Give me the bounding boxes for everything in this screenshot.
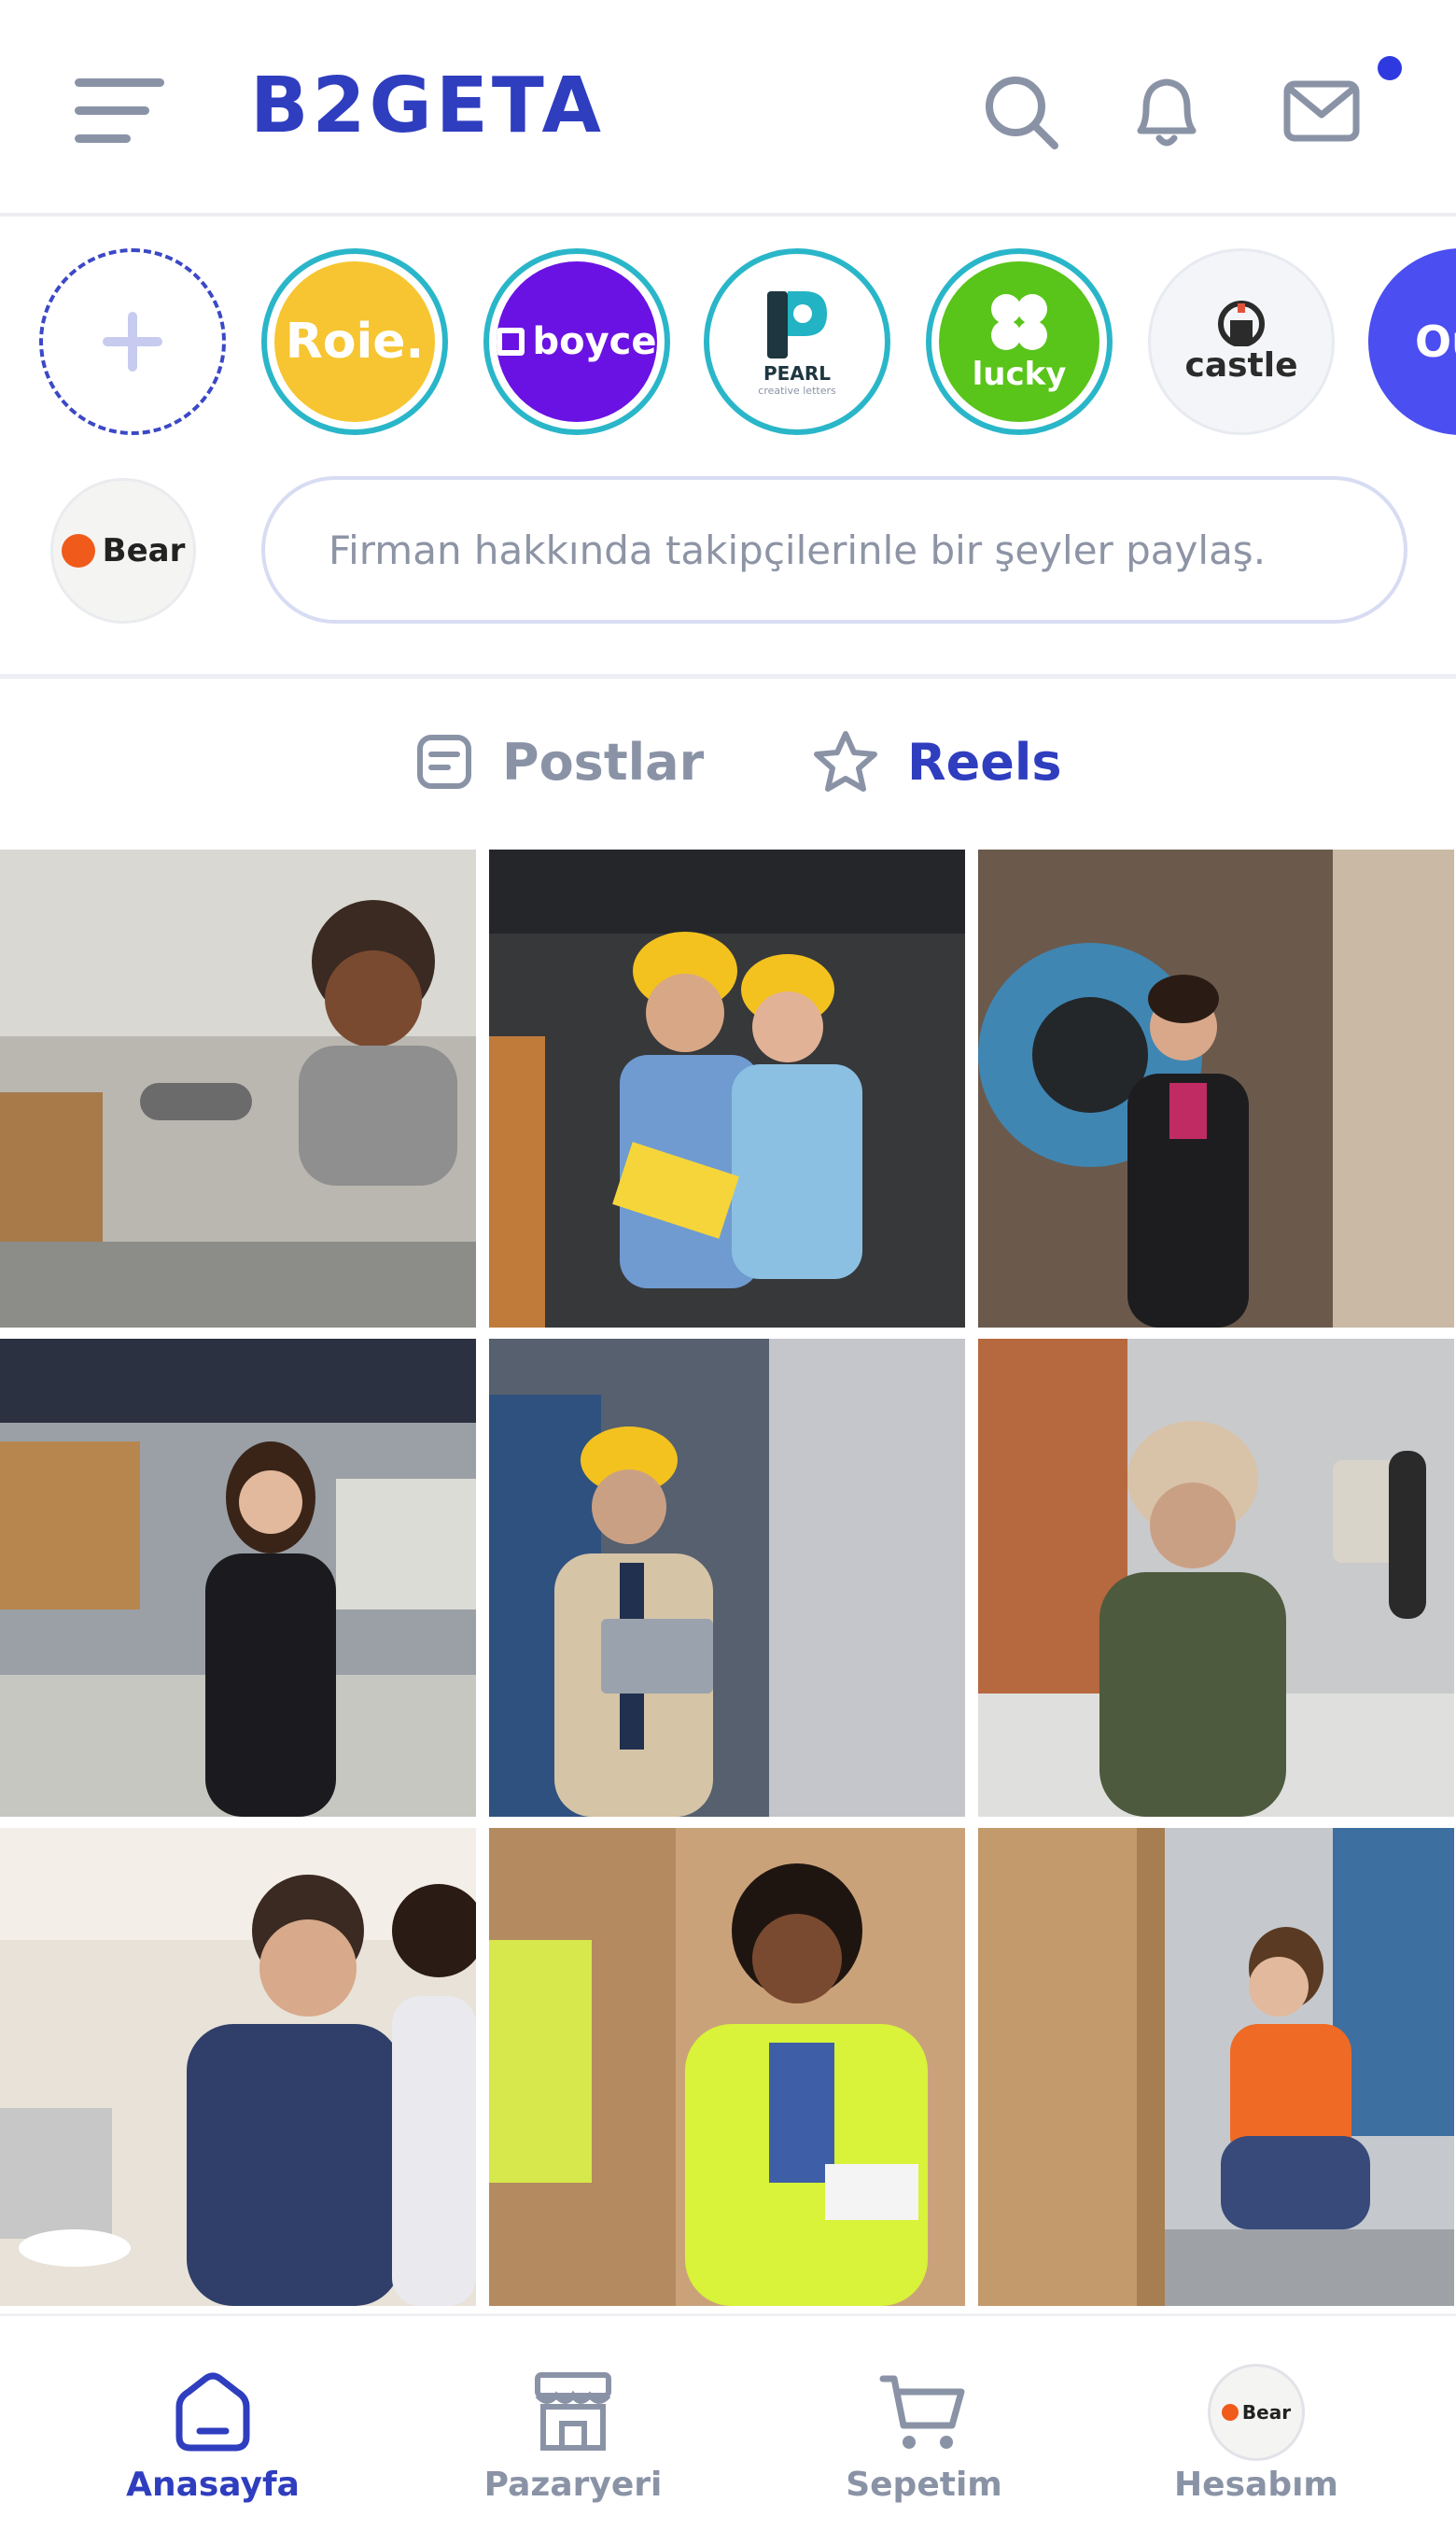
stories-row: Roie. boyce PEARL creative letters lucky… (0, 220, 1456, 463)
store-icon (522, 2361, 624, 2464)
post-composer-input[interactable]: Firman hakkında takipçilerinle bir şeyle… (261, 476, 1407, 624)
app-header: B2GETA (0, 0, 1456, 217)
story-castle[interactable]: castle (1148, 248, 1335, 435)
nav-label: Anasayfa (126, 2466, 300, 2504)
tab-postlar[interactable]: Postlar (414, 724, 704, 799)
home-icon (161, 2361, 264, 2464)
boyce-logo-icon (497, 328, 525, 356)
unread-indicator (1378, 56, 1402, 80)
star-icon (814, 731, 877, 792)
reel-thumbnail (489, 1339, 965, 1817)
pearl-logo-icon (767, 290, 827, 358)
reel-tile[interactable] (489, 1339, 965, 1817)
mail-icon[interactable] (1275, 65, 1368, 159)
reel-thumbnail (978, 1339, 1454, 1817)
avatar-label: Bear (1241, 2401, 1292, 2424)
plus-icon (103, 312, 162, 372)
story-label: lucky (972, 356, 1067, 393)
hamburger-icon[interactable] (75, 75, 168, 149)
posts-icon (417, 735, 471, 789)
add-story-button[interactable] (39, 248, 226, 435)
reel-tile[interactable] (978, 850, 1454, 1328)
story-pearl[interactable]: PEARL creative letters (704, 248, 890, 435)
reel-tile[interactable] (978, 1828, 1454, 2306)
profile-avatar: Bear (1205, 2361, 1308, 2464)
reel-tile[interactable] (489, 1828, 965, 2306)
story-label: Ou (1415, 316, 1456, 367)
bear-logo-icon (61, 534, 95, 568)
story-ou[interactable]: Ou (1368, 248, 1456, 435)
reel-thumbnail (978, 1828, 1454, 2306)
reel-tile[interactable] (0, 1828, 476, 2306)
section-divider (0, 674, 1456, 679)
tab-label: Reels (907, 732, 1062, 792)
bell-icon[interactable] (1120, 65, 1213, 159)
story-boyce[interactable]: boyce (483, 248, 670, 435)
reel-thumbnail (0, 850, 476, 1328)
tab-label: Postlar (502, 732, 705, 792)
story-sublabel: creative letters (758, 384, 836, 397)
bear-logo-icon (1221, 2404, 1239, 2421)
reel-tile[interactable] (489, 850, 965, 1328)
story-label: boyce (532, 320, 657, 363)
bottom-navigation: Anasayfa Pazaryeri Sepetim Bear Hesabım (0, 2313, 1456, 2544)
reel-tile[interactable] (0, 1339, 476, 1817)
content-tabs: Postlar Reels (0, 680, 1456, 840)
nav-label: Pazaryeri (483, 2466, 663, 2504)
nav-sepetim[interactable]: Sepetim (784, 2316, 1064, 2544)
nav-pazaryeri[interactable]: Pazaryeri (433, 2316, 713, 2544)
nav-label: Sepetim (846, 2466, 1002, 2504)
clover-icon (991, 294, 1047, 350)
reel-thumbnail (489, 850, 965, 1328)
app-logo: B2GETA (250, 62, 605, 150)
cart-icon (873, 2361, 975, 2464)
story-roie[interactable]: Roie. (261, 248, 448, 435)
nav-hesabim[interactable]: Bear Hesabım (1116, 2316, 1396, 2544)
composer-placeholder: Firman hakkında takipçilerinle bir şeyle… (329, 527, 1267, 573)
reel-tile[interactable] (0, 850, 476, 1328)
reel-thumbnail (978, 850, 1454, 1328)
reel-tile[interactable] (978, 1339, 1454, 1817)
reels-grid (0, 850, 1456, 2306)
story-lucky[interactable]: lucky (926, 248, 1113, 435)
search-icon[interactable] (974, 65, 1068, 159)
nav-anasayfa[interactable]: Anasayfa (73, 2316, 353, 2544)
reel-thumbnail (489, 1828, 965, 2306)
avatar-label: Bear (102, 532, 186, 569)
reel-thumbnail (0, 1339, 476, 1817)
tab-reels[interactable]: Reels (812, 724, 1061, 799)
story-label: castle (1184, 345, 1298, 385)
castle-icon (1218, 300, 1265, 346)
reel-thumbnail (0, 1828, 476, 2306)
story-label: PEARL (763, 361, 831, 385)
story-label: Roie. (274, 261, 435, 422)
composer-avatar[interactable]: Bear (50, 478, 196, 624)
nav-label: Hesabım (1174, 2466, 1338, 2504)
